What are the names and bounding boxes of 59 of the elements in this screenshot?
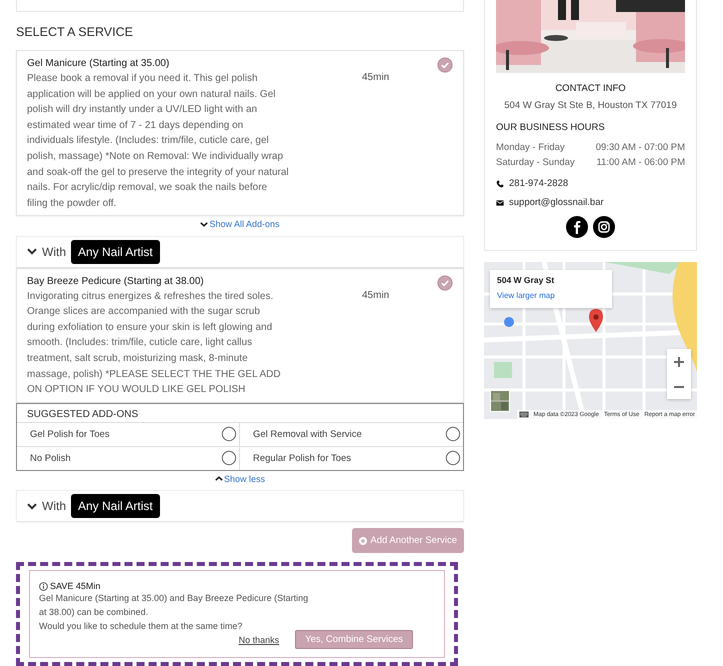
with-label: With <box>42 499 66 514</box>
addon-option[interactable]: No Polish <box>17 446 240 470</box>
hours-days: Monday - Friday <box>496 140 565 155</box>
addons-title: SUGGESTED ADD-ONS <box>26 408 140 422</box>
section-title: SELECT A SERVICE <box>16 25 134 40</box>
address: 504 W Gray St Ste B, Houston TX 77019 <box>503 100 678 111</box>
instagram-icon[interactable] <box>593 216 615 238</box>
prompt-title: SAVE 45Min <box>50 581 100 592</box>
info-icon <box>39 582 48 591</box>
service-card[interactable] <box>16 50 464 216</box>
contact-heading: CONTACT INFO <box>554 83 627 94</box>
zoom-in-button[interactable] <box>667 349 691 374</box>
chevron-down-icon[interactable] <box>27 502 37 510</box>
service-description: Please book a removal if you need it. This gel polish application will be applied on your own natural nails. Gel polish will dry instantly under a UV/LED light with an estimated wear time of 7 - 21 days depending on individuals lifestyle. (Includes: trim/file, cuticle care, gel polish, massage) *Note on Removal: We individually wrap and soak-off the gel to preserve the integrity of your natural nails. For acrylic/dip removal, we soak the nails before filing the powder off. <box>27 72 289 211</box>
radio-icon[interactable] <box>221 450 237 466</box>
envelope-icon <box>496 198 504 206</box>
hours-days: Saturday - Sunday <box>496 155 575 170</box>
chevron-down-icon[interactable] <box>27 248 37 256</box>
addon-name: Regular Polish for Toes <box>253 452 352 464</box>
artist-button[interactable]: Any Nail Artist <box>71 494 160 518</box>
map-place-name: 504 W Gray St <box>497 275 556 285</box>
phone-number[interactable]: 281-974-2828 <box>509 178 568 189</box>
service-name: Bay Breeze Pedicure (Starting at 38.00) <box>27 274 205 289</box>
keyboard-icon[interactable] <box>518 411 528 418</box>
chevron-icon <box>200 222 208 227</box>
radio-icon[interactable] <box>221 426 237 442</box>
service-duration: 45min <box>362 72 390 86</box>
email-address[interactable]: support@glossnail.bar <box>509 197 604 208</box>
addons-toggle-link[interactable]: Show All Add-ons <box>200 219 280 230</box>
no-thanks-link[interactable]: No thanks <box>238 634 280 645</box>
addon-name: Gel Polish for Toes <box>30 428 110 440</box>
addon-option[interactable]: Regular Polish for Toes <box>240 446 463 470</box>
zoom-out-button[interactable] <box>667 374 691 399</box>
artist-button[interactable]: Any Nail Artist <box>71 240 160 264</box>
with-label: With <box>42 244 66 259</box>
hours-time: 11:00 AM - 06:00 PM <box>596 156 685 170</box>
plus-circle-icon <box>359 536 368 545</box>
addon-option[interactable]: Gel Polish for Toes <box>17 422 240 446</box>
hours-time: 09:30 AM - 07:00 PM <box>596 141 685 155</box>
addon-name: Gel Removal with Service <box>253 428 362 440</box>
plus-icon <box>673 356 685 368</box>
addon-option[interactable]: Gel Removal with Service <box>240 422 463 446</box>
addon-name: No Polish <box>30 452 71 464</box>
chevron-icon <box>214 476 223 482</box>
addons-toggle-link[interactable]: Show less <box>214 474 266 484</box>
service-name: Gel Manicure (Starting at 35.00) <box>27 57 170 72</box>
facebook-icon[interactable] <box>566 216 588 238</box>
service-description: Invigorating citrus energizes & refreshes the tired soles. Orange slices are accompanied with the sugar scrub during exfoliation to ensure your skin is left glowing and smooth. (Includes: trim/file, cuticle care, light callus treatment, salt scrub, moisturizing mask, 8-minute massage, polish) *PLEASE SELECT THE THE GEL ADD ON OPTION IF YOU WOULD LIKE GEL POLISH <box>27 290 282 398</box>
check-icon[interactable] <box>437 274 453 291</box>
prompt-question: Would you like to schedule them at the same time? <box>39 620 244 634</box>
check-icon[interactable] <box>437 57 453 74</box>
radio-icon[interactable] <box>445 426 461 442</box>
service-duration: 45min <box>362 290 390 303</box>
phone-icon <box>496 180 504 188</box>
prompt-message: Gel Manicure (Starting at 35.00) and Bay Breeze Pedicure (Starting at 38.00) can be combined. <box>39 592 309 620</box>
radio-icon[interactable] <box>445 450 461 466</box>
larger-map-link[interactable]: View larger map <box>497 291 555 300</box>
service-card[interactable] <box>16 268 464 403</box>
hours-heading: OUR BUSINESS HOURS <box>496 122 606 133</box>
